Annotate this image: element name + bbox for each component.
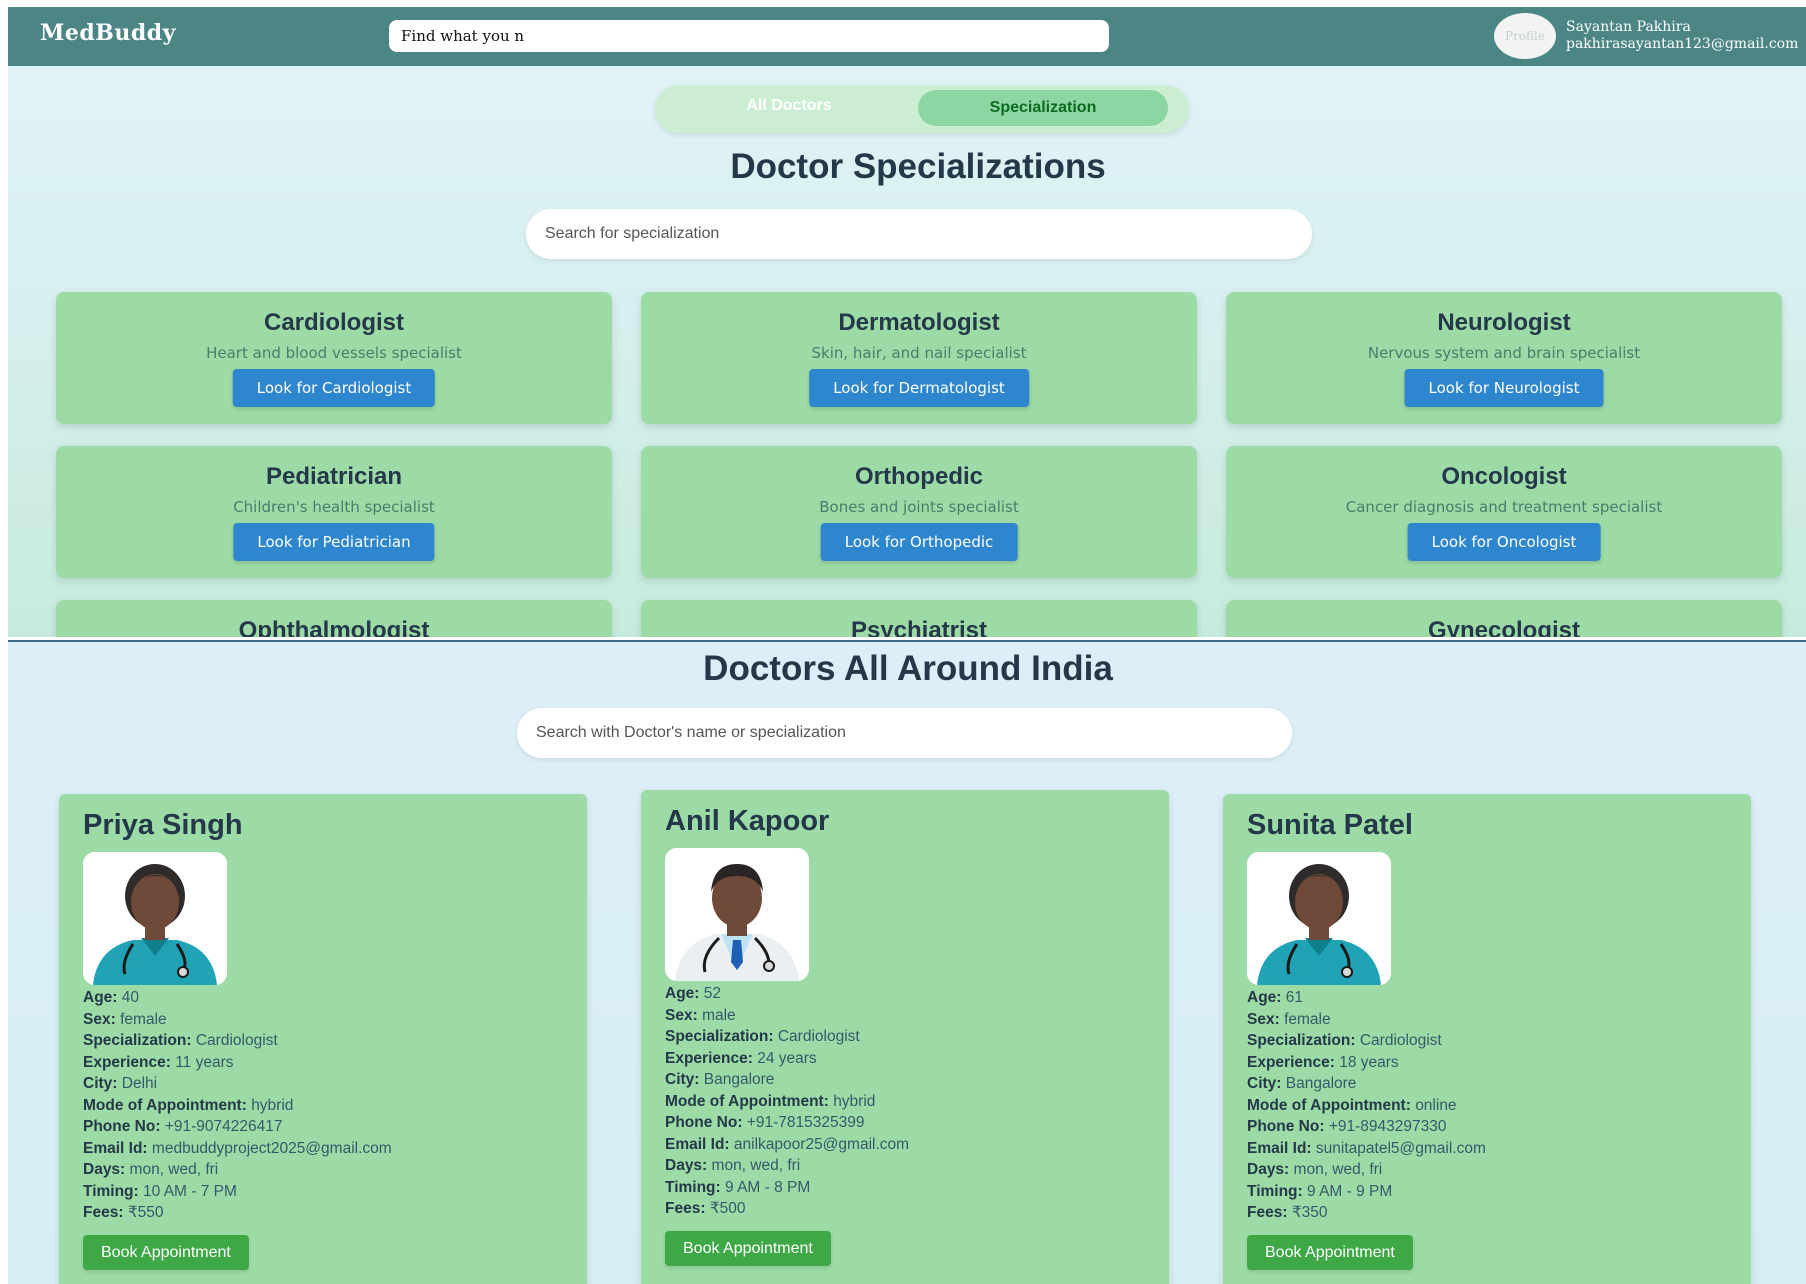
specialization-card-cardiologist: Cardiologist Heart and blood vessels spe… <box>56 292 612 424</box>
specialization-card-psychiatrist: Psychiatrist <box>641 600 1197 637</box>
look-for-neurologist-button[interactable]: Look for Neurologist <box>1404 369 1604 407</box>
female-doctor-icon <box>1247 852 1391 985</box>
doctor-mode: Mode of Appointment: hybrid <box>83 1096 294 1114</box>
global-search-input[interactable]: Find what you n <box>389 20 1109 52</box>
specialization-card-dermatologist: Dermatologist Skin, hair, and nail speci… <box>641 292 1197 424</box>
doctor-phone: Phone No: +91-9074226417 <box>83 1118 283 1135</box>
specialization-name: Oncologist <box>1441 463 1567 490</box>
page-title: Doctor Specializations <box>730 147 1106 186</box>
book-appointment-button[interactable]: Book Appointment <box>83 1235 249 1270</box>
doctor-mode: Mode of Appointment: hybrid <box>665 1092 876 1110</box>
doctor-timing: Timing: 10 AM - 7 PM <box>83 1182 237 1200</box>
doctor-mode: Mode of Appointment: online <box>1247 1096 1457 1114</box>
doctor-timing: Timing: 9 AM - 9 PM <box>1247 1182 1393 1200</box>
specialization-description: Heart and blood vessels specialist <box>206 344 462 362</box>
specialization-description: Bones and joints specialist <box>819 498 1019 516</box>
doctor-fees: Fees: ₹550 <box>83 1204 164 1221</box>
doctor-days: Days: mon, wed, fri <box>83 1161 219 1178</box>
specialization-name: Cardiologist <box>263 309 404 336</box>
navbar: MedBuddy Find what you n Profile Sayanta… <box>8 7 1806 66</box>
user-info[interactable]: Sayantan Pakhira pakhirasayantan123@gmai… <box>1566 19 1798 53</box>
specialization-description: Skin, hair, and nail specialist <box>811 344 1027 362</box>
doctor-city: City: Delhi <box>83 1075 158 1092</box>
specialization-name: Dermatologist <box>838 309 1000 336</box>
tab-specialization[interactable]: Specialization <box>918 90 1168 126</box>
specialization-card-orthopedic: Orthopedic Bones and joints specialist L… <box>641 446 1197 578</box>
look-for-oncologist-button[interactable]: Look for Oncologist <box>1407 523 1601 561</box>
female-doctor-icon <box>83 852 227 985</box>
specializations-screen: MedBuddy Find what you n Profile Sayanta… <box>8 7 1806 637</box>
brand-logo[interactable]: MedBuddy <box>40 20 176 46</box>
doctor-email: Email Id: anilkapoor25@gmail.com <box>665 1135 910 1153</box>
specialization-description: Children's health specialist <box>233 498 435 516</box>
doctor-age: Age: 61 <box>1247 989 1304 1006</box>
user-name: Sayantan Pakhira <box>1566 19 1691 35</box>
specialization-description: Cancer diagnosis and treatment specialis… <box>1345 498 1663 516</box>
specialization-name: Pediatrician <box>265 463 403 490</box>
doctor-city: City: Bangalore <box>1247 1075 1357 1092</box>
doctor-phone: Phone No: +91-8943297330 <box>1247 1118 1447 1135</box>
specialization-card-oncologist: Oncologist Cancer diagnosis and treatmen… <box>1226 446 1782 578</box>
look-for-cardiologist-button[interactable]: Look for Cardiologist <box>232 369 436 407</box>
doctor-fees: Fees: ₹500 <box>665 1200 746 1217</box>
look-for-orthopedic-button[interactable]: Look for Orthopedic <box>820 523 1018 561</box>
specialization-card-neurologist: Neurologist Nervous system and brain spe… <box>1226 292 1782 424</box>
doctors-screen: Doctors All Around India Search with Doc… <box>8 640 1806 1284</box>
specialization-search-input[interactable]: Search for specialization <box>526 209 1312 259</box>
doctor-experience: Experience: 24 years <box>665 1049 817 1067</box>
specialization-name: Psychiatrist <box>850 617 988 637</box>
doctor-phone: Phone No: +91-7815325399 <box>665 1114 865 1131</box>
specialization-name: Orthopedic <box>854 463 983 490</box>
specialization-name: Ophthalmologist <box>238 617 430 637</box>
doctor-fees: Fees: ₹350 <box>1247 1204 1328 1221</box>
doctor-age: Age: 40 <box>83 989 140 1006</box>
look-for-dermatologist-button[interactable]: Look for Dermatologist <box>809 369 1029 407</box>
doctor-name: Sunita Patel <box>1247 809 1413 841</box>
doctor-age: Age: 52 <box>665 985 722 1002</box>
view-toggle: All Doctors Specialization <box>655 85 1189 133</box>
doctor-card: Sunita Patel Age: 61 Sex: female Special… <box>1223 794 1751 1284</box>
specialization-card-ophthalmologist: Ophthalmologist <box>56 600 612 637</box>
look-for-pediatrician-button[interactable]: Look for Pediatrician <box>233 523 435 561</box>
user-email: pakhirasayantan123@gmail.com <box>1566 36 1799 52</box>
book-appointment-button[interactable]: Book Appointment <box>665 1231 831 1266</box>
doctor-card: Priya Singh Age: 40 Sex: female Speciali… <box>59 794 587 1284</box>
doctor-details: Age: 40 Sex: female Specialization: Card… <box>83 987 573 1224</box>
doctor-specialization: Specialization: Cardiologist <box>83 1032 278 1049</box>
doctor-search-input[interactable]: Search with Doctor's name or specializat… <box>517 708 1292 758</box>
doctor-sex: Sex: female <box>1247 1010 1331 1028</box>
doctor-sex: Sex: male <box>665 1006 736 1024</box>
doctor-sex: Sex: female <box>83 1010 167 1028</box>
specialization-card-pediatrician: Pediatrician Children's health specialis… <box>56 446 612 578</box>
doctor-details: Age: 52 Sex: male Specialization: Cardio… <box>665 983 1155 1220</box>
doctor-city: City: Bangalore <box>665 1071 775 1088</box>
page-title: Doctors All Around India <box>703 649 1113 688</box>
doctor-details: Age: 61 Sex: female Specialization: Card… <box>1247 987 1737 1224</box>
doctor-days: Days: mon, wed, fri <box>665 1157 801 1174</box>
doctor-experience: Experience: 18 years <box>1247 1053 1399 1071</box>
doctor-card: Anil Kapoor Age: 52 Sex: male Specializa… <box>641 790 1169 1284</box>
doctor-specialization: Specialization: Cardiologist <box>665 1028 860 1045</box>
tab-all-doctors[interactable]: All Doctors <box>699 97 879 115</box>
doctor-specialization: Specialization: Cardiologist <box>1247 1032 1442 1049</box>
doctor-name: Anil Kapoor <box>665 805 830 837</box>
specialization-name: Neurologist <box>1437 309 1571 336</box>
doctor-email: Email Id: medbuddyproject2025@gmail.com <box>83 1139 392 1157</box>
profile-avatar[interactable]: Profile <box>1494 13 1556 59</box>
doctor-experience: Experience: 11 years <box>83 1053 234 1071</box>
specialization-description: Nervous system and brain specialist <box>1367 344 1641 362</box>
male-doctor-icon <box>665 848 809 981</box>
doctor-email: Email Id: sunitapatel5@gmail.com <box>1247 1139 1486 1157</box>
doctor-days: Days: mon, wed, fri <box>1247 1161 1383 1178</box>
specialization-name: Gynecologist <box>1427 617 1581 637</box>
book-appointment-button[interactable]: Book Appointment <box>1247 1235 1413 1270</box>
doctor-name: Priya Singh <box>83 809 243 841</box>
doctor-timing: Timing: 9 AM - 8 PM <box>665 1178 811 1196</box>
specialization-card-gynecologist: Gynecologist <box>1226 600 1782 637</box>
